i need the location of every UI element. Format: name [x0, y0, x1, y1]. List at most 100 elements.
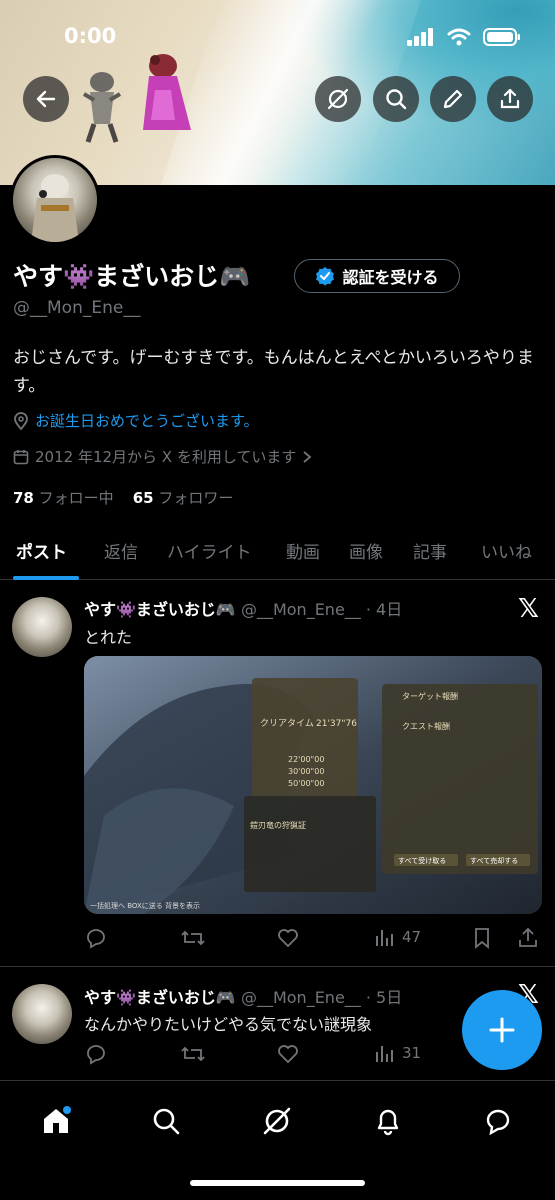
time-value-2: 30'00"00: [288, 767, 324, 776]
bell-icon: [377, 1109, 399, 1136]
follow-stats: 78 フォロー中 65 フォロワー: [13, 487, 233, 508]
bar-chart-icon: [376, 1046, 393, 1062]
views-button[interactable]: 47: [374, 926, 421, 948]
post-header: やす👾まざいおじ🎮 @__Mon_Ene__ · 5日: [84, 984, 402, 1008]
x-logo-icon: 𝕏: [518, 594, 539, 624]
nav-home[interactable]: [36, 1101, 76, 1141]
verified-badge-icon: [316, 267, 335, 286]
post-divider: [0, 966, 555, 967]
post-time: · 5日: [365, 988, 403, 1007]
calendar-icon: [13, 449, 29, 464]
banner-character-left: [82, 72, 122, 143]
repost-icon: [181, 1046, 205, 1062]
repost-button[interactable]: [180, 1042, 206, 1066]
chat-bubble-icon: [486, 1109, 510, 1136]
pencil-icon: [443, 89, 463, 109]
get-verified-button[interactable]: 認証を受ける: [294, 259, 460, 293]
post-author-handle: @__Mon_Ene__: [240, 988, 361, 1007]
time-value-3: 50'00"00: [288, 779, 324, 788]
following-label: フォロー中: [38, 489, 114, 507]
post-author-name: やす👾まざいおじ🎮: [84, 600, 236, 619]
compose-post-button[interactable]: [462, 990, 542, 1070]
accept-all-label: すべて受け取る: [398, 856, 446, 865]
tab-articles[interactable]: 記事: [413, 538, 447, 563]
nav-notifications[interactable]: [368, 1101, 408, 1141]
grok-button[interactable]: [315, 76, 361, 122]
tab-highlights[interactable]: ハイライト: [167, 538, 252, 563]
cellular-signal-icon: [407, 28, 433, 46]
post-avatar[interactable]: [12, 597, 72, 657]
post-actions: 47: [84, 926, 544, 950]
tab-posts[interactable]: ポスト: [16, 538, 67, 563]
post-text: とれた: [84, 628, 133, 647]
tab-replies[interactable]: 返信: [104, 538, 138, 563]
views-button[interactable]: 31: [374, 1042, 421, 1064]
profile-name-row: やす👾まざいおじ🎮: [13, 257, 250, 293]
post-text: なんかやりたいけどやる気でない謎現象: [84, 1015, 373, 1034]
active-tab-indicator: [13, 576, 79, 580]
like-button[interactable]: [276, 926, 300, 950]
search-button[interactable]: [373, 76, 419, 122]
quest-reward-title: クエスト報酬: [402, 722, 450, 731]
profile-location: お誕生日おめでとうございます。: [13, 410, 259, 431]
tab-photos[interactable]: 画像: [349, 538, 383, 563]
nav-search[interactable]: [146, 1101, 186, 1141]
profile-avatar[interactable]: [10, 155, 100, 245]
tab-likes[interactable]: いいね: [481, 538, 532, 563]
view-count: 31: [402, 1044, 422, 1062]
location-pin-icon: [14, 411, 28, 430]
plus-icon: [489, 1017, 515, 1043]
joined-text: 2012 年12月から X を利用しています: [35, 448, 297, 466]
nav-messages[interactable]: [478, 1101, 518, 1141]
profile-bio: おじさんです。げーむすきです。もんはんとえぺとかいろいろやります。: [13, 348, 534, 396]
game-footer-hints: 一括処理へ BOXに送る 背景を表示: [90, 901, 200, 910]
reply-button[interactable]: [84, 926, 108, 950]
reply-button[interactable]: [84, 1042, 108, 1066]
battery-icon: [483, 28, 520, 46]
share-icon: [500, 88, 520, 109]
share-icon: [519, 927, 537, 947]
search-icon: [153, 1108, 180, 1135]
view-count: 47: [402, 928, 422, 946]
game-screenshot: クリアタイム 21'37"76 22'00"00 30'00"00 50'00"…: [84, 656, 542, 914]
post-time: · 4日: [365, 600, 403, 619]
clear-time-value: 21'37"76: [316, 719, 357, 729]
profile-joined[interactable]: 2012 年12月から X を利用しています: [13, 446, 312, 467]
heart-icon: [278, 1045, 298, 1064]
followers-label: フォロワー: [158, 489, 234, 507]
followers-link[interactable]: 65 フォロワー: [133, 489, 234, 507]
item-name: 鎧刃竜の狩猟証: [250, 820, 306, 830]
status-bar: 0:00: [0, 18, 555, 58]
heart-icon: [278, 929, 298, 948]
profile-handle: @__Mon_Ene__: [13, 298, 141, 318]
search-icon: [386, 89, 407, 110]
target-reward-title: ターゲット報酬: [402, 691, 458, 701]
edit-button[interactable]: [430, 76, 476, 122]
followers-count: 65: [132, 489, 154, 507]
bookmark-icon: [475, 928, 489, 949]
profile-name: やす👾まざいおじ🎮: [13, 262, 251, 291]
location-text[interactable]: お誕生日おめでとうございます。: [35, 410, 259, 431]
post-media-image[interactable]: クリアタイム 21'37"76 22'00"00 30'00"00 50'00"…: [84, 656, 542, 914]
post-share-button[interactable]: [516, 926, 540, 950]
bookmark-button[interactable]: [472, 926, 492, 950]
following-link[interactable]: 78 フォロー中: [13, 489, 114, 507]
home-indicator: [190, 1180, 365, 1186]
arrow-left-icon: [36, 90, 56, 108]
like-button[interactable]: [276, 1042, 300, 1066]
share-button[interactable]: [487, 76, 533, 122]
tab-videos[interactable]: 動画: [286, 538, 320, 563]
status-time: 0:00: [64, 24, 117, 48]
avatar-image: [31, 174, 79, 242]
repost-button[interactable]: [180, 926, 206, 950]
time-value-1: 22'00"00: [288, 755, 324, 764]
post-header: やす👾まざいおじ🎮 @__Mon_Ene__ · 4日: [84, 596, 402, 620]
home-icon: [44, 1106, 71, 1133]
following-count: 78: [13, 489, 34, 507]
banner-character-right: [143, 54, 191, 130]
wifi-icon: [447, 28, 471, 46]
post-avatar[interactable]: [12, 984, 72, 1044]
nav-grok[interactable]: [257, 1101, 297, 1141]
back-button[interactable]: [23, 76, 69, 122]
grok-icon: [263, 1107, 291, 1135]
